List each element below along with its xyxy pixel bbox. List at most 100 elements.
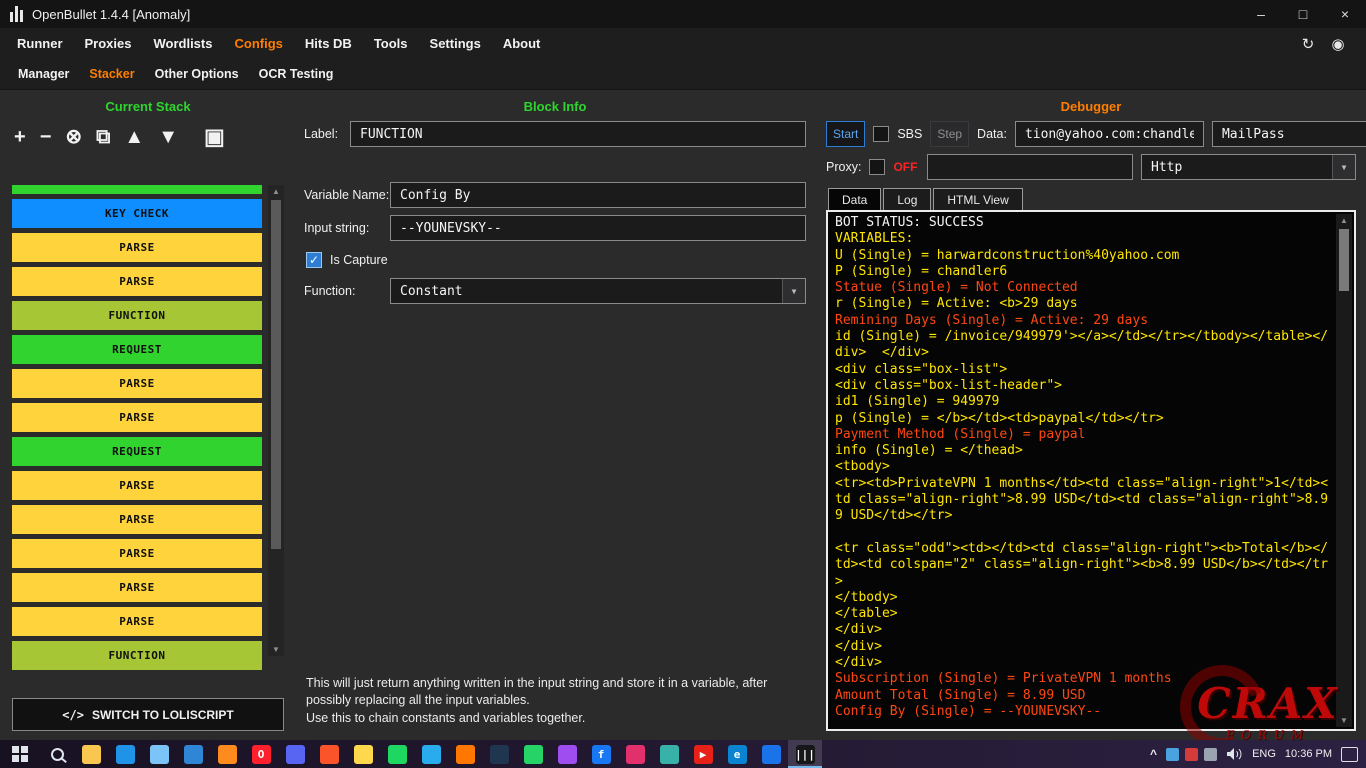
youtube-icon[interactable]: ▶ [686,740,720,768]
vlc-icon[interactable] [448,740,482,768]
maximize-button[interactable]: □ [1282,0,1324,28]
screenshot-icon[interactable]: ◉ [1328,34,1348,54]
close-button[interactable]: × [1324,0,1366,28]
file-explorer-icon[interactable] [74,740,108,768]
menu-item-about[interactable]: About [492,36,552,51]
input-string-input[interactable] [390,215,806,241]
submenu-item-other-options[interactable]: Other Options [145,67,249,81]
update-check-icon[interactable]: ↻ [1298,34,1318,54]
menu-item-runner[interactable]: Runner [6,36,74,51]
telegram-icon[interactable] [414,740,448,768]
stack-block-parse[interactable]: PARSE [12,369,262,398]
variable-name-input[interactable] [390,182,806,208]
stack-block-request[interactable]: REQUEST [12,437,262,466]
scroll-down-icon[interactable]: ▼ [1340,714,1348,727]
notes-icon[interactable] [346,740,380,768]
clock[interactable]: 10:36 PM [1285,748,1332,760]
stack-block-parse[interactable]: PARSE [12,471,262,500]
data-input[interactable] [1015,121,1204,147]
stack-block-request[interactable]: REQUEST [12,335,262,364]
openbullet-icon[interactable]: ||| [788,740,822,768]
log-view: BOT STATUS: SUCCESSVARIABLES:U (Single) … [835,215,1330,720]
tray-chevron-icon[interactable]: ^ [1150,747,1157,761]
save-icon[interactable]: ▣ [204,126,225,148]
language-indicator[interactable]: ENG [1252,748,1276,760]
edge-icon[interactable]: e [720,740,754,768]
scroll-thumb[interactable] [1339,229,1349,291]
menu-item-configs[interactable]: Configs [223,36,293,51]
tab-log[interactable]: Log [883,188,931,210]
mail-icon-glyph [184,745,203,764]
opera-icon-glyph: O [252,745,271,764]
stack-block-parse[interactable]: PARSE [12,607,262,636]
log-scrollbar[interactable]: ▲ ▼ [1336,214,1352,727]
action-center-icon[interactable] [1341,747,1358,762]
stack-block-function[interactable]: FUNCTION [12,301,262,330]
scroll-down-icon[interactable]: ▼ [272,643,280,656]
step-button[interactable]: Step [930,121,969,147]
messenger-icon[interactable] [550,740,584,768]
scroll-up-icon[interactable]: ▲ [1340,214,1348,227]
move-up-icon[interactable]: ▲ [124,127,144,147]
stack-block-parse[interactable]: PARSE [12,539,262,568]
function-dropdown[interactable]: Constant ▼ [390,278,806,304]
chrome-icon[interactable] [754,740,788,768]
tab-html-view[interactable]: HTML View [933,188,1022,210]
clone-icon[interactable]: ⧉ [96,127,110,147]
menu-item-tools[interactable]: Tools [363,36,419,51]
menu-item-settings[interactable]: Settings [419,36,492,51]
whatsapp-icon[interactable] [516,740,550,768]
spotify-icon[interactable] [380,740,414,768]
mail-icon[interactable] [176,740,210,768]
code-icon: </> [62,708,84,722]
tab-data[interactable]: Data [828,188,881,210]
label-input[interactable] [350,121,806,147]
scroll-thumb[interactable] [271,200,281,549]
start-button[interactable]: Start [826,121,865,147]
submenu-item-ocr-testing[interactable]: OCR Testing [249,67,344,81]
stack-block-parse[interactable]: PARSE [12,505,262,534]
stack-block-parse[interactable]: PARSE [12,233,262,262]
menu-item-hits-db[interactable]: Hits DB [294,36,363,51]
stack-block-function[interactable]: FUNCTION [12,641,262,670]
tray-icon-2[interactable] [1185,748,1198,761]
submenu-item-manager[interactable]: Manager [8,67,79,81]
opera-icon[interactable]: O [244,740,278,768]
discord-icon[interactable] [278,740,312,768]
submenu-item-stacker[interactable]: Stacker [79,67,144,81]
volume-icon[interactable] [1226,747,1243,761]
menu-item-wordlists[interactable]: Wordlists [142,36,223,51]
proxy-checkbox[interactable] [869,159,885,175]
wordlist-type-dropdown[interactable]: MailPass ▼ [1212,121,1366,147]
menu-item-proxies[interactable]: Proxies [74,36,143,51]
firefox-icon[interactable] [210,740,244,768]
stack-block-parse[interactable]: PARSE [12,573,262,602]
stack-block-parse[interactable]: PARSE [12,403,262,432]
steam-icon[interactable] [482,740,516,768]
store-icon[interactable] [108,740,142,768]
delete-icon[interactable]: ⊗ [65,127,82,147]
stack-block-request[interactable] [12,185,262,194]
windows-start-button[interactable] [0,740,40,768]
brave-icon[interactable] [312,740,346,768]
tray-icon-1[interactable] [1166,748,1179,761]
sbs-checkbox[interactable] [873,126,889,142]
switch-to-loliscript-button[interactable]: </> SWITCH TO LOLISCRIPT [12,698,284,731]
stack-scrollbar[interactable]: ▲ ▼ [268,185,284,656]
proxy-input[interactable] [927,154,1133,180]
photos-icon[interactable] [142,740,176,768]
move-down-icon[interactable]: ▼ [158,127,178,147]
add-icon[interactable]: + [14,127,26,147]
instagram-icon[interactable] [618,740,652,768]
scroll-up-icon[interactable]: ▲ [272,185,280,198]
sharex-icon[interactable] [652,740,686,768]
remove-icon[interactable]: − [40,127,52,147]
stack-block-keycheck[interactable]: KEY CHECK [12,199,262,228]
is-capture-checkbox[interactable]: ✓ [306,252,322,268]
facebook-icon[interactable]: f [584,740,618,768]
stack-block-parse[interactable]: PARSE [12,267,262,296]
taskbar-search-button[interactable] [40,740,74,768]
tray-icon-3[interactable] [1204,748,1217,761]
minimize-button[interactable]: – [1240,0,1282,28]
proxy-type-dropdown[interactable]: Http ▼ [1141,154,1356,180]
